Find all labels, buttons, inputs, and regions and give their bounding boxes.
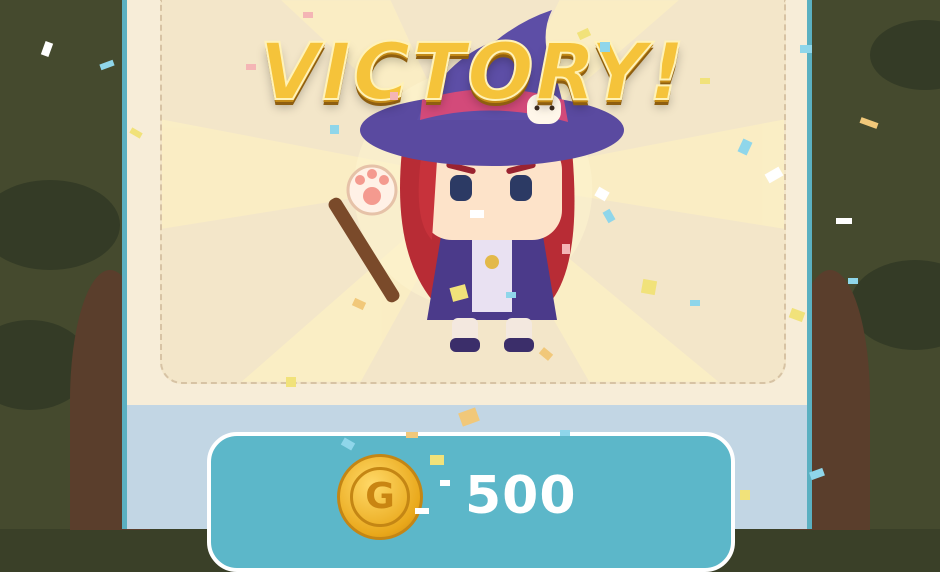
reward-area: G 500 [127,405,807,572]
reward-box: G 500 [207,432,735,572]
bush-shadow [0,180,120,270]
victory-panel: VICTORY! G 500 [122,0,812,572]
hero-stage: VICTORY! [160,0,786,384]
reward-amount: 500 [465,466,577,526]
victory-title: VICTORY! [258,27,687,119]
gold-coin-icon: G [337,454,423,540]
bush-shadow [870,20,940,90]
coin-letter: G [350,467,410,527]
paw-staff [328,164,400,303]
